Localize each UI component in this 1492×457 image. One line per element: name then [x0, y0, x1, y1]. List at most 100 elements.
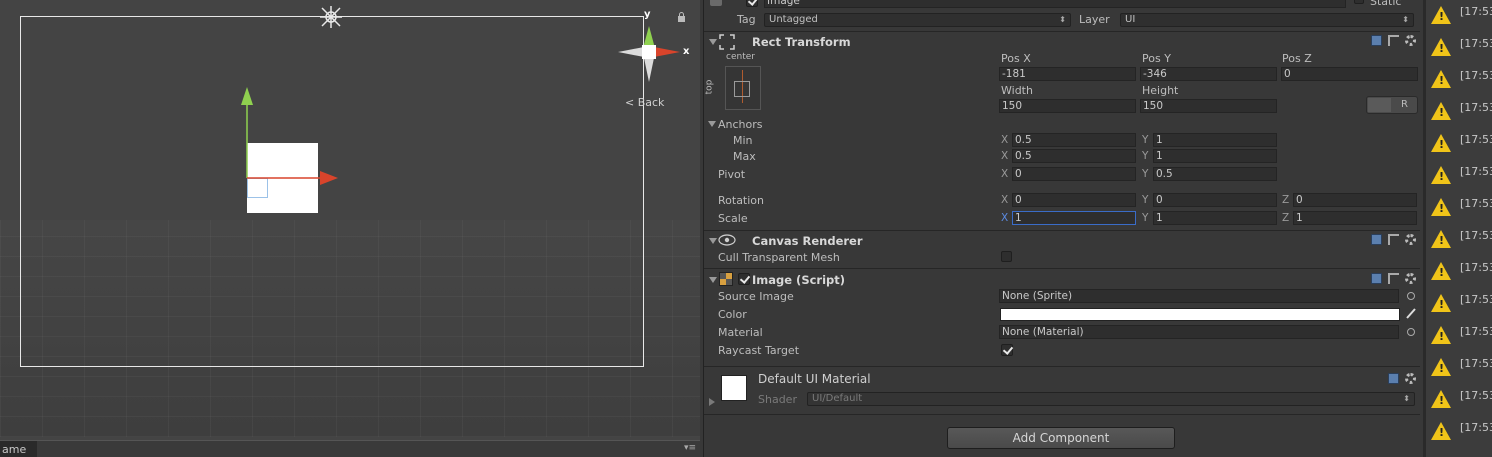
- shader-dropdown[interactable]: UI/Default ⬍: [807, 392, 1415, 406]
- source-image-field[interactable]: None (Sprite): [999, 289, 1399, 303]
- console-log-text: [17:53: [1460, 165, 1492, 178]
- scale-y-field[interactable]: 1: [1153, 211, 1277, 225]
- console-log-entry[interactable]: [17:53: [1426, 0, 1492, 32]
- height-field[interactable]: 150: [1140, 99, 1277, 113]
- warning-icon: [1431, 38, 1451, 56]
- console-log-text: [17:53: [1460, 421, 1492, 434]
- blueprint-mode-icon[interactable]: [1368, 98, 1391, 112]
- raw-edit-button[interactable]: R: [1401, 99, 1408, 110]
- collapse-rect-transform[interactable]: [709, 39, 717, 45]
- object-picker-icon[interactable]: [1407, 328, 1415, 336]
- width-field[interactable]: 150: [999, 99, 1136, 113]
- gear-icon[interactable]: [1405, 373, 1416, 384]
- object-name-field[interactable]: Image: [764, 0, 1346, 8]
- rect-transform-icon: [719, 34, 735, 50]
- collapse-anchors[interactable]: [708, 121, 716, 127]
- layer-dropdown[interactable]: UI ⬍: [1120, 13, 1414, 27]
- console-log-entry[interactable]: [17:53: [1426, 128, 1492, 160]
- help-book-icon[interactable]: [1371, 234, 1382, 245]
- preset-icon[interactable]: [1388, 273, 1399, 284]
- rotation-y-field[interactable]: 0: [1153, 193, 1277, 207]
- console-log-entry[interactable]: [17:53: [1426, 256, 1492, 288]
- eyedropper-icon[interactable]: [1405, 306, 1417, 320]
- anchor-min-x-field[interactable]: 0.5: [1012, 133, 1136, 147]
- warning-icon: [1431, 6, 1451, 24]
- gear-icon[interactable]: [1405, 273, 1416, 284]
- warning-icon: [1431, 70, 1451, 88]
- help-book-icon[interactable]: [1388, 373, 1399, 384]
- material-title: Default UI Material: [758, 372, 871, 386]
- preset-icon[interactable]: [1388, 234, 1399, 245]
- console-log-text: [17:53: [1460, 101, 1492, 114]
- scene-tab-game[interactable]: ame: [0, 440, 37, 457]
- anchor-max-y-field[interactable]: 1: [1153, 149, 1277, 163]
- console-log-entry[interactable]: [17:53: [1426, 288, 1492, 320]
- max-x-axis-label: X: [1001, 150, 1009, 162]
- source-image-label: Source Image: [718, 290, 794, 303]
- console-log-entry[interactable]: [17:53: [1426, 320, 1492, 352]
- console-log-text: [17:53: [1460, 5, 1492, 18]
- active-checkbox[interactable]: [746, 0, 758, 7]
- console-log-entry[interactable]: [17:53: [1426, 384, 1492, 416]
- pos-z-field[interactable]: 0: [1281, 67, 1418, 81]
- image-enabled-checkbox[interactable]: [738, 273, 750, 285]
- console-log-entry[interactable]: [17:53: [1426, 32, 1492, 64]
- view-back-label[interactable]: < Back: [625, 96, 664, 109]
- pivot-x-field[interactable]: 0: [1012, 167, 1136, 181]
- help-book-icon[interactable]: [1371, 273, 1382, 284]
- menu-icon[interactable]: ▾≡: [684, 443, 696, 453]
- orientation-gizmo[interactable]: [616, 20, 682, 82]
- anchor-min-label: Min: [733, 134, 753, 147]
- shader-label: Shader: [758, 393, 797, 406]
- warning-icon: [1431, 326, 1451, 344]
- console-log-entry[interactable]: [17:53: [1426, 96, 1492, 128]
- static-checkbox[interactable]: [1354, 0, 1364, 4]
- pivot-y-field[interactable]: 0.5: [1153, 167, 1277, 181]
- preset-icon[interactable]: [1388, 35, 1399, 46]
- inspector-panel: Image Static Tag Untagged ⬍ Layer UI ⬍ Rec…: [703, 0, 1420, 457]
- anchor-max-x-field[interactable]: 0.5: [1012, 149, 1136, 163]
- raycast-target-checkbox[interactable]: [1001, 344, 1013, 356]
- console-log-entry[interactable]: [17:53: [1426, 160, 1492, 192]
- cull-transparent-checkbox[interactable]: [1001, 251, 1012, 262]
- collapse-image-script[interactable]: [709, 277, 717, 283]
- gear-icon[interactable]: [1405, 234, 1416, 245]
- color-swatch[interactable]: [1000, 308, 1400, 321]
- console-log-text: [17:53: [1460, 389, 1492, 402]
- blueprint-raw-toggle[interactable]: R: [1366, 96, 1418, 114]
- console-log-entry[interactable]: [17:53: [1426, 224, 1492, 256]
- console-log-entry[interactable]: [17:53: [1426, 64, 1492, 96]
- anchor-min-y-field[interactable]: 1: [1153, 133, 1277, 147]
- pivot-label: Pivot: [718, 168, 746, 181]
- warning-icon: [1431, 230, 1451, 248]
- lock-icon[interactable]: [677, 12, 686, 22]
- console-log-entry[interactable]: [17:53: [1426, 352, 1492, 384]
- tag-value: Untagged: [769, 14, 818, 25]
- rotation-z-field[interactable]: 0: [1293, 193, 1417, 207]
- scale-x-field[interactable]: 1: [1012, 211, 1136, 225]
- expand-material[interactable]: [709, 398, 715, 406]
- scene-view[interactable]: y x < Back ame ▾≡: [0, 0, 700, 457]
- pos-y-field[interactable]: -346: [1140, 67, 1277, 81]
- help-book-icon[interactable]: [1371, 35, 1382, 46]
- console-log-text: [17:53: [1460, 229, 1492, 242]
- move-gizmo[interactable]: [238, 85, 348, 187]
- collapse-canvas-renderer[interactable]: [709, 238, 717, 244]
- camera-light-icon: [320, 6, 342, 28]
- gizmo-x-label: x: [683, 46, 690, 57]
- pivot-x-axis-label: X: [1001, 168, 1009, 180]
- scale-z-field[interactable]: 1: [1293, 211, 1417, 225]
- add-component-button[interactable]: Add Component: [947, 427, 1175, 449]
- warning-icon: [1431, 198, 1451, 216]
- rotation-x-field[interactable]: 0: [1012, 193, 1136, 207]
- tag-dropdown[interactable]: Untagged ⬍: [764, 13, 1071, 27]
- scale-label: Scale: [718, 212, 748, 225]
- console-log-text: [17:53: [1460, 197, 1492, 210]
- gear-icon[interactable]: [1405, 35, 1416, 46]
- pos-x-field[interactable]: -181: [999, 67, 1136, 81]
- object-picker-icon[interactable]: [1407, 292, 1415, 300]
- console-log-entry[interactable]: [17:53: [1426, 416, 1492, 448]
- console-log-entry[interactable]: [17:53: [1426, 192, 1492, 224]
- cube-icon: [710, 0, 722, 6]
- material-field[interactable]: None (Material): [999, 325, 1399, 339]
